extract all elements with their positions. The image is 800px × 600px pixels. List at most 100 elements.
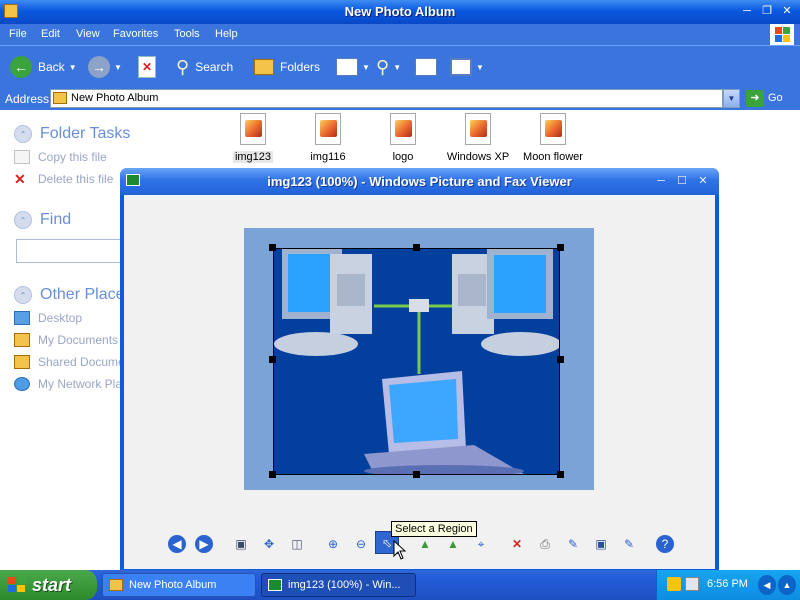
my-documents-icon [14,332,30,347]
selection-handle[interactable] [269,244,276,251]
folder-icon [53,92,67,104]
taskbar-item-photo-album[interactable]: New Photo Album [102,573,256,597]
mouse-cursor-icon [393,540,407,560]
forward-button[interactable]: → ▼ [88,53,122,81]
previous-image-button[interactable]: ◀ [168,535,186,553]
open-for-editing-button[interactable]: ✎ [620,535,638,553]
menu-tools[interactable]: Tools [174,28,200,40]
slideshow-button[interactable]: ◫ [288,535,306,553]
network-status-icon[interactable] [685,577,699,591]
thumbnail-view-button[interactable]: ▼ [450,53,484,81]
start-button[interactable]: start [0,570,97,600]
file-item[interactable]: img116 [290,113,366,163]
thumbnail-icon [450,58,472,76]
help-button[interactable]: ? [656,535,674,553]
image-file-icon [240,113,266,145]
explorer-title: New Photo Album [344,4,456,19]
rotate-counterclockwise-button[interactable]: ▲ [444,535,462,553]
views-button[interactable]: ▼ [336,53,370,81]
file-item[interactable]: Windows XP [440,113,516,163]
taskbar: start New Photo Album img123 (100%) - Wi… [0,570,800,600]
best-fit-button[interactable]: ▣ [232,535,250,553]
folders-button[interactable]: Folders [254,53,320,81]
back-button[interactable]: ← Back ▼ [10,53,77,81]
chevron-left-icon[interactable]: ◀ [758,575,776,595]
image-canvas[interactable] [244,228,594,490]
selection-handle[interactable] [557,356,564,363]
image-file-icon [465,113,491,145]
close-button[interactable]: ✕ [778,3,796,20]
file-item[interactable]: img123 [215,113,291,163]
copy-file-label: Copy this file [38,149,107,164]
viewer-close-button[interactable]: ✕ [694,173,712,190]
chevron-up-icon[interactable]: ⌃ [14,286,32,304]
next-image-button[interactable]: ▶ [195,535,213,553]
minimize-button[interactable]: ─ [738,3,756,20]
viewer-maximize-button[interactable]: ☐ [673,173,691,190]
print-button[interactable]: ⎙ [536,535,554,553]
folders-label: Folders [280,60,321,74]
go-button[interactable]: Go [768,92,783,104]
address-field[interactable]: New Photo Album [50,89,723,108]
menu-bar: File Edit View Favorites Tools Help [0,24,800,45]
chevron-down-icon[interactable]: ▼ [69,63,77,72]
clock[interactable]: 6:56 PM [707,578,748,590]
chevron-up-icon[interactable]: ⌃ [14,125,32,143]
menu-help[interactable]: Help [215,28,238,40]
viewer-title-bar[interactable]: img123 (100%) - Windows Picture and Fax … [120,168,719,195]
menu-view[interactable]: View [76,28,100,40]
delete-file-task[interactable]: ✕ Delete this file [14,170,130,187]
chevron-up-icon[interactable]: ⌃ [14,211,32,229]
place-my-documents-label: My Documents [38,332,119,347]
taskbar-item-label: img123 (100%) - Win... [288,579,401,591]
selection-handle[interactable] [269,356,276,363]
explorer-title-bar[interactable]: New Photo Album ─ ❐ ✕ [0,0,800,24]
zoom-out-button[interactable]: ⊖ [352,535,370,553]
delete-toolbar-button[interactable]: ✕ [138,53,156,81]
place-desktop-label: Desktop [38,310,83,325]
file-item[interactable]: Moon flower [515,113,591,163]
search-button[interactable]: ⚲ Search [176,53,233,81]
go-arrow-icon[interactable]: ➜ [746,90,764,107]
file-item[interactable]: logo [365,113,441,163]
chevron-up-icon[interactable]: ▲ [778,575,796,595]
copy-file-task[interactable]: Copy this file [14,148,130,165]
folder-tasks-header[interactable]: ⌃ Folder Tasks [14,125,130,143]
menu-favorites[interactable]: Favorites [113,28,158,40]
save-button[interactable]: ▣ [592,535,610,553]
crop-button[interactable]: ⌖ [472,535,490,553]
zoom-toolbar-button[interactable]: ⚲ ▼ [376,53,401,81]
selection-handle[interactable] [413,244,420,251]
chevron-down-icon[interactable]: ▼ [362,63,370,72]
search-label: Search [195,60,234,74]
find-section: ⌃ Find [14,211,71,229]
folder-tasks-section: ⌃ Folder Tasks Copy this file ✕ Delete t… [14,125,130,187]
address-dropdown-button[interactable]: ▼ [723,89,740,108]
menu-edit[interactable]: Edit [41,28,60,40]
selection-handle[interactable] [269,471,276,478]
forward-arrow-icon: → [88,56,110,78]
tray-utility-icon[interactable] [667,577,681,591]
delete-file-label: Delete this file [38,171,114,186]
selection-handle[interactable] [413,471,420,478]
actual-size-button[interactable]: ✥ [260,535,278,553]
restore-button[interactable]: ❐ [758,3,776,20]
picture-viewer-window: img123 (100%) - Windows Picture and Fax … [120,168,719,573]
chevron-down-icon[interactable]: ▼ [476,63,484,72]
selection-handle[interactable] [557,471,564,478]
network-diagram-illustration [274,249,561,477]
selection-handle[interactable] [557,244,564,251]
viewer-minimize-button[interactable]: ─ [652,173,670,190]
chevron-down-icon[interactable]: ▼ [114,63,122,72]
menu-file[interactable]: File [9,28,27,40]
find-header[interactable]: ⌃ Find [14,211,71,229]
delete-button[interactable]: ✕ [508,535,526,553]
details-view-button[interactable] [415,53,437,81]
copy-to-button[interactable]: ✎ [564,535,582,553]
zoom-in-button[interactable]: ⊕ [324,535,342,553]
rotate-clockwise-button[interactable]: ▲ [416,535,434,553]
viewer-body: ◀ ▶ ▣ ✥ ◫ ⊕ ⊖ ⬁ ▲ ▲ ⌖ ✕ ⎙ ✎ ▣ ✎ ? Select… [124,195,715,569]
taskbar-item-picture-viewer[interactable]: img123 (100%) - Win... [261,573,416,597]
delete-icon: ✕ [138,56,156,78]
chevron-down-icon[interactable]: ▼ [393,63,401,72]
